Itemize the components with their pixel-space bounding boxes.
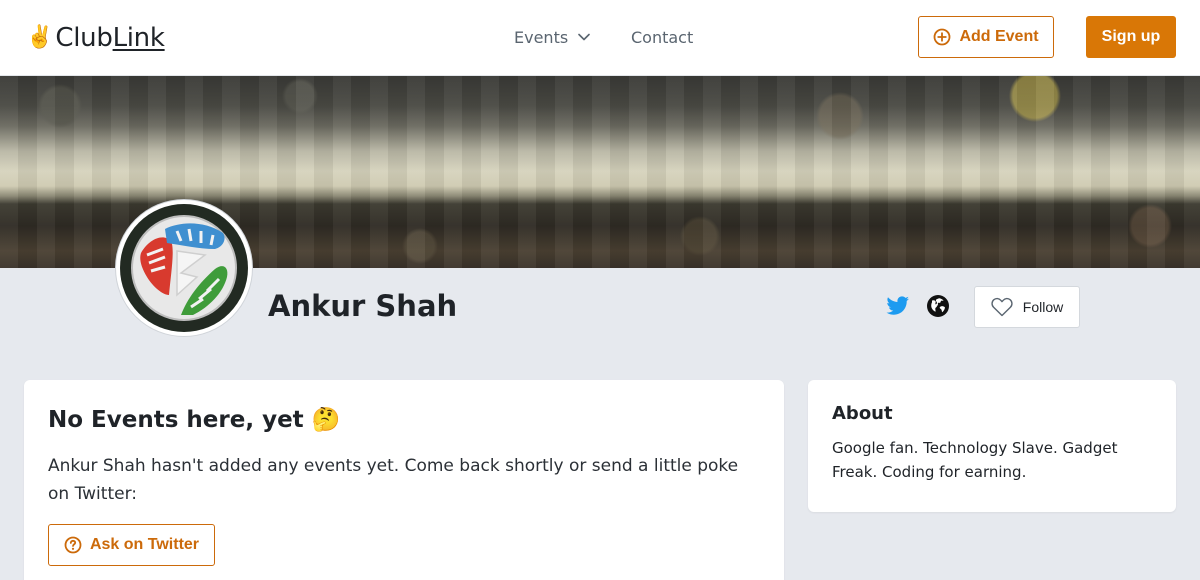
logo-text: ClubLink — [55, 23, 165, 53]
about-card: About Google fan. Technology Slave. Gadg… — [808, 380, 1176, 512]
clublink-logo[interactable]: ✌️ ClubLink — [26, 20, 165, 56]
top-navbar: ✌️ ClubLink Events Contact Add Event Sig… — [0, 0, 1200, 76]
football-boots-avatar-icon — [120, 204, 248, 332]
profile-name: Ankur Shah — [268, 289, 458, 323]
ask-on-twitter-label: Ask on Twitter — [89, 536, 200, 553]
avatar — [116, 200, 252, 336]
globe-icon — [927, 295, 949, 317]
add-event-label: Add Event — [959, 28, 1039, 45]
logo-text-club: Club — [55, 23, 113, 53]
logo-text-link: Link — [112, 23, 165, 53]
heart-outline-icon — [991, 297, 1013, 317]
twitter-profile-link[interactable] — [886, 294, 910, 318]
ask-on-twitter-button[interactable]: Ask on Twitter — [48, 524, 215, 566]
events-empty-description: Ankur Shah hasn't added any events yet. … — [48, 456, 739, 504]
twitter-icon — [886, 296, 909, 315]
plus-circle-icon — [934, 28, 951, 46]
victory-hand-icon: ✌️ — [26, 25, 54, 50]
website-link[interactable] — [926, 294, 950, 318]
chevron-down-icon — [578, 33, 590, 41]
nav-events-dropdown[interactable]: Events — [514, 26, 590, 48]
question-circle-icon — [64, 536, 82, 554]
nav-events-label: Events — [514, 27, 569, 47]
follow-button[interactable]: Follow — [974, 286, 1080, 328]
about-title: About — [832, 403, 893, 424]
follow-label: Follow — [1022, 299, 1064, 315]
about-text: Google fan. Technology Slave. Gadget Fre… — [832, 439, 1118, 481]
nav-contact-link[interactable]: Contact — [631, 26, 693, 48]
add-event-button[interactable]: Add Event — [918, 16, 1054, 58]
events-empty-title: No Events here, yet 🤔 — [48, 407, 341, 433]
signup-button[interactable]: Sign up — [1086, 16, 1176, 58]
events-card: No Events here, yet 🤔 Ankur Shah hasn't … — [24, 380, 784, 580]
